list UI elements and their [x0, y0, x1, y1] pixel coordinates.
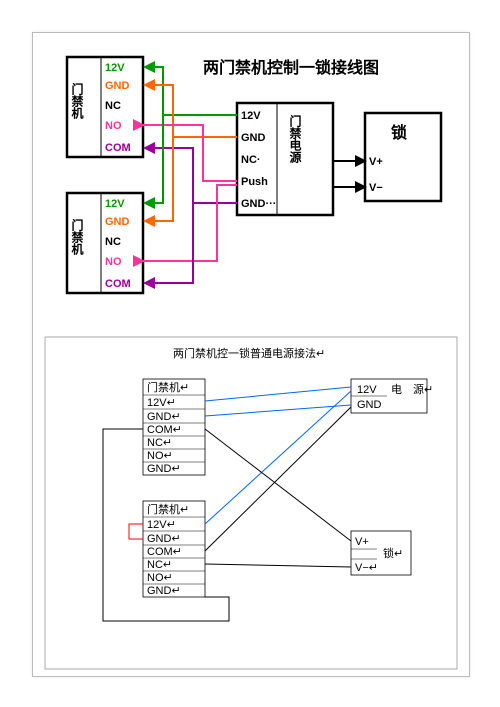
ac-a-pin-0: 12V	[105, 62, 125, 74]
wires-a	[143, 67, 237, 203]
ac-a-pin-4: COM	[105, 142, 131, 154]
d2-acb-p2: COM↵	[147, 546, 182, 558]
ac-b-name: 门禁机	[70, 218, 84, 256]
psu-name: 门禁电源	[288, 114, 302, 164]
psu-pin-1: GND	[241, 132, 266, 144]
lock-box: 锁 V+ V−	[365, 113, 441, 201]
ac-b-pin-3: NO	[105, 256, 122, 268]
d2-aca-p2: COM↵	[147, 424, 182, 436]
d2-acb-p0: 12V↵	[147, 519, 176, 531]
access-psu: 门禁电源 12V GND NC· Push GND···	[237, 103, 333, 215]
d2-acb-name: 门禁机↵	[147, 502, 189, 516]
ac-a-pin-1: GND	[105, 80, 130, 92]
d2-aca-p5: GND↵	[147, 463, 181, 475]
d2-ac-b: 门禁机↵ 12V↵ GND↵ COM↵ NC↵ NO↵ GND↵	[143, 501, 205, 597]
d2-psu-12v: 12V	[357, 384, 377, 396]
psu-pin-0: 12V	[241, 110, 261, 122]
d2-lock-vm: V−↵	[355, 562, 378, 574]
lock-pin-1: V−	[369, 182, 383, 194]
d2-acb-p1: GND↵	[147, 533, 181, 545]
d2-aca-name: 门禁机↵	[147, 380, 189, 394]
d2-aca-p4: NO↵	[147, 450, 173, 462]
lock-name: 锁	[391, 123, 407, 142]
d2-acb-p4: NO↵	[147, 572, 173, 584]
ac-a-pin-2: NC	[105, 100, 121, 112]
wires-b	[143, 115, 237, 283]
wiring-diagram-1: 两门禁机控制一锁接线图 门禁机 12V GND NC NO COM 门禁机 12…	[33, 33, 469, 328]
d2-acb-p5: GND↵	[147, 585, 181, 597]
d2-acb-p3: NC↵	[147, 559, 172, 571]
page-frame: 两门禁机控制一锁接线图 门禁机 12V GND NC NO COM 门禁机 12…	[32, 32, 470, 677]
d2-wires	[103, 387, 351, 621]
ac-b-pin-2: NC	[105, 236, 121, 248]
psu-pin-2: NC·	[241, 154, 261, 166]
access-controller-b: 门禁机 12V GND NC NO COM	[67, 193, 143, 293]
d2-ac-a: 门禁机↵ 12V↵ GND↵ COM↵ NC↵ NO↵ GND↵	[143, 379, 205, 475]
wires-lock	[333, 161, 365, 187]
ac-b-pin-0: 12V	[105, 198, 125, 210]
access-controller-a: 门禁机 12V GND NC NO COM	[67, 57, 143, 157]
ac-b-pin-4: COM	[105, 278, 131, 290]
d2-aca-p3: NC↵	[147, 437, 172, 449]
ac-b-pin-1: GND	[105, 216, 130, 228]
psu-pin-4: GND···	[241, 198, 276, 210]
lock-pin-0: V+	[369, 156, 383, 168]
wiring-diagram-2: 两门禁机控一锁普通电源接法↵ 门禁机↵ 12V↵ GND↵ COM↵ NC↵ N…	[33, 331, 469, 676]
d2-aca-p1: GND↵	[147, 411, 181, 423]
d2-lock-name: 锁↵	[383, 546, 403, 560]
diagram2-title: 两门禁机控一锁普通电源接法↵	[173, 346, 325, 360]
d2-psu-name: 电 源↵	[391, 382, 433, 396]
d2-lock: V+ 锁↵ V−↵	[351, 531, 411, 575]
d2-lock-vp: V+	[355, 536, 369, 548]
d2-psu-gnd: GND	[357, 399, 382, 411]
ac-a-pin-3: NO	[105, 120, 122, 132]
diagram1-title: 两门禁机控制一锁接线图	[203, 58, 379, 77]
d2-psu: 12V GND 电 源↵	[351, 379, 433, 413]
ac-a-name: 门禁机	[70, 82, 84, 120]
psu-pin-3: Push	[241, 176, 268, 188]
d2-aca-p0: 12V↵	[147, 397, 176, 409]
